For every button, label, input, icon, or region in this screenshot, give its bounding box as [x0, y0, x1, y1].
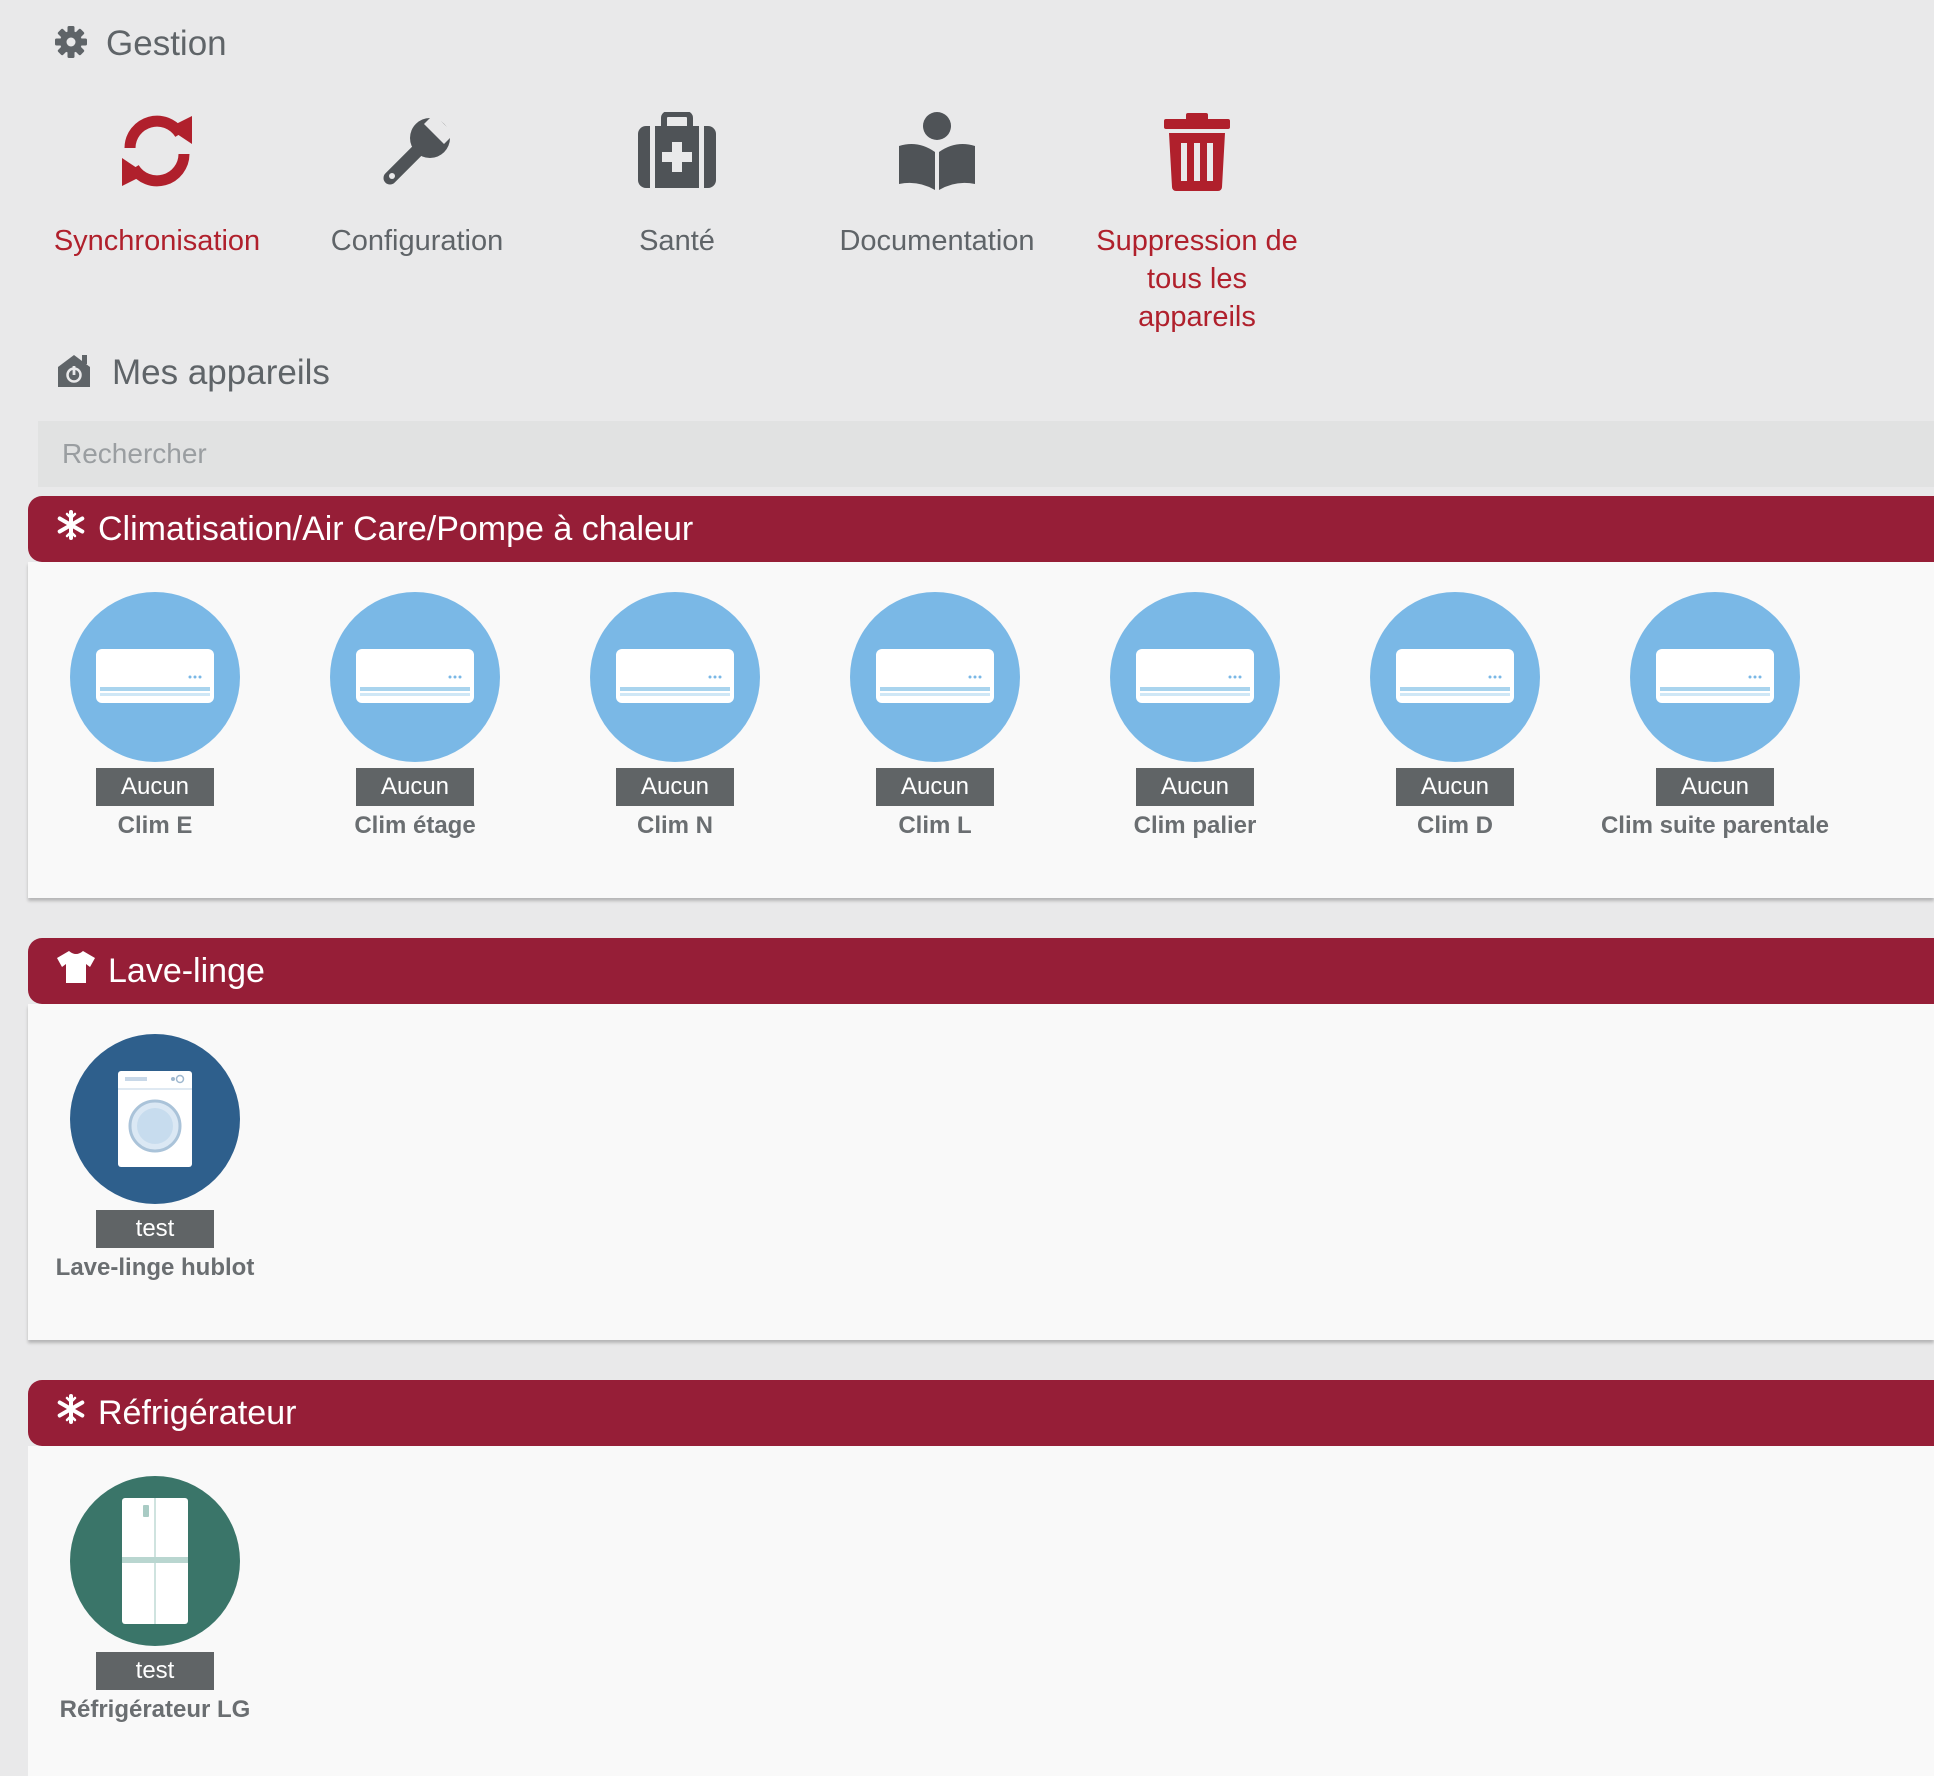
- air-conditioner-icon: [850, 592, 1020, 762]
- medkit-icon: [636, 110, 718, 195]
- snowflake-icon: [56, 1393, 86, 1433]
- device-status-badge: test: [96, 1210, 214, 1248]
- device-status-badge: Aucun: [616, 768, 734, 806]
- device-name: Clim suite parentale: [1600, 812, 1830, 839]
- snowflake-icon: [56, 509, 86, 549]
- refrigerator-icon: [70, 1476, 240, 1646]
- book-reader-icon: [896, 110, 978, 197]
- category-header-climatisation: Climatisation/Air Care/Pompe à chaleur: [28, 496, 1934, 562]
- devices-title: Mes appareils: [112, 353, 330, 392]
- device-card[interactable]: Aucun Clim étage: [285, 592, 545, 840]
- air-conditioner-icon: [1630, 592, 1800, 762]
- device-name: Lave-linge hublot: [55, 1254, 255, 1281]
- device-card[interactable]: Aucun Clim suite parentale: [1585, 592, 1845, 840]
- category-body-lave-linge: [28, 1004, 1934, 1340]
- category-header-lave-linge: Lave-linge: [28, 938, 1934, 1004]
- documentation-label: Documentation: [839, 225, 1035, 257]
- trash-icon: [1162, 111, 1232, 196]
- search-input[interactable]: [38, 421, 1934, 487]
- gestion-header: Gestion: [54, 22, 227, 66]
- device-name: Clim E: [117, 812, 193, 839]
- device-status-badge: Aucun: [1136, 768, 1254, 806]
- air-conditioner-icon: [1110, 592, 1280, 762]
- cog-icon: [54, 25, 88, 64]
- device-card[interactable]: test Lave-linge hublot: [25, 1034, 285, 1282]
- devices-header: Mes appareils: [56, 350, 330, 396]
- sync-label: Synchronisation: [53, 225, 261, 257]
- health-label: Santé: [639, 225, 715, 257]
- device-status-badge: Aucun: [876, 768, 994, 806]
- device-status-badge: Aucun: [356, 768, 474, 806]
- sync-button[interactable]: Synchronisation: [27, 96, 287, 260]
- device-card[interactable]: Aucun Clim N: [545, 592, 805, 840]
- category-body-refrigerateur: [28, 1446, 1934, 1776]
- category-title: Réfrigérateur: [98, 1393, 297, 1432]
- configuration-label: Configuration: [330, 225, 504, 257]
- air-conditioner-icon: [70, 592, 240, 762]
- gestion-title: Gestion: [106, 24, 227, 63]
- configuration-button[interactable]: Configuration: [287, 96, 547, 260]
- category-title: Lave-linge: [108, 951, 265, 990]
- tshirt-icon: [56, 950, 96, 993]
- device-name: Clim L: [898, 812, 972, 839]
- device-card[interactable]: Aucun Clim D: [1325, 592, 1585, 840]
- category-title: Climatisation/Air Care/Pompe à chaleur: [98, 509, 694, 548]
- device-name: Clim N: [636, 812, 713, 839]
- health-button[interactable]: Santé: [547, 96, 807, 260]
- device-status-badge: test: [96, 1652, 214, 1690]
- home-power-icon: [56, 353, 92, 394]
- device-card[interactable]: test Réfrigérateur LG: [25, 1476, 285, 1724]
- air-conditioner-icon: [1370, 592, 1540, 762]
- device-card[interactable]: Aucun Clim L: [805, 592, 1065, 840]
- air-conditioner-icon: [590, 592, 760, 762]
- device-name: Clim palier: [1133, 812, 1257, 839]
- device-status-badge: Aucun: [1656, 768, 1774, 806]
- category-header-refrigerateur: Réfrigérateur: [28, 1380, 1934, 1446]
- documentation-button[interactable]: Documentation: [807, 96, 1067, 260]
- device-name: Clim D: [1416, 812, 1493, 839]
- device-card[interactable]: Aucun Clim palier: [1065, 592, 1325, 840]
- device-status-badge: Aucun: [1396, 768, 1514, 806]
- device-card[interactable]: Aucun Clim E: [25, 592, 285, 840]
- washing-machine-icon: [70, 1034, 240, 1204]
- device-name: Clim étage: [354, 812, 476, 839]
- device-name: Réfrigérateur LG: [59, 1696, 251, 1723]
- air-conditioner-icon: [330, 592, 500, 762]
- device-status-badge: Aucun: [96, 768, 214, 806]
- sync-icon: [116, 110, 198, 197]
- wrench-icon: [376, 110, 458, 197]
- delete-all-button[interactable]: Suppression de tous les appareils: [1067, 96, 1327, 336]
- delete-all-label: Suppression de tous les appareils: [1096, 225, 1298, 333]
